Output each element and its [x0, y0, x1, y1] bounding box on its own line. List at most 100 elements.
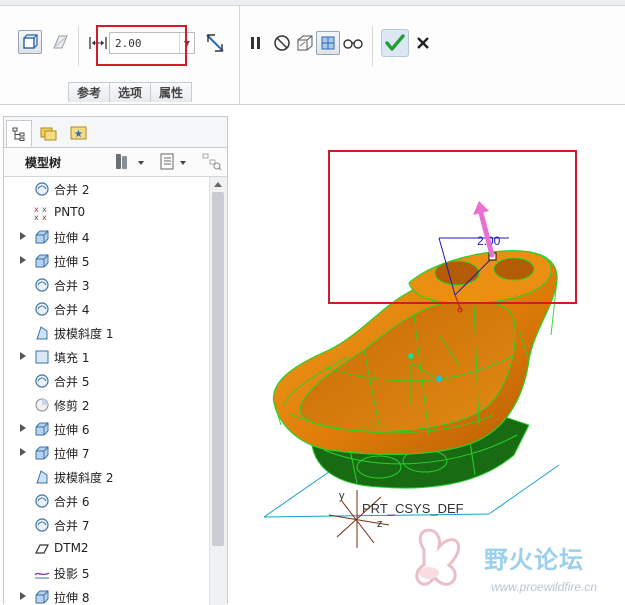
- expand-arrow-icon[interactable]: [20, 448, 26, 456]
- watermark-url: www.proewildfire.cn: [491, 580, 597, 594]
- tree-item-label: 合并 6: [54, 495, 90, 509]
- depth-field[interactable]: ▼: [109, 32, 195, 54]
- tree-item-label: 拉伸 5: [54, 255, 90, 269]
- extrude-icon: [34, 589, 50, 605]
- tree-item[interactable]: 填充 1: [4, 345, 209, 369]
- dashboard-ribbon: ▼ 参考 选项 属性: [0, 0, 625, 105]
- svg-text:x: x: [42, 213, 47, 221]
- model-tree: 合并 2 x x x x PNT0 拉伸 4 拉伸 5 合并 3 合并 4 拔模斜度 1 填充 1 合并…: [4, 177, 209, 605]
- tree-item[interactable]: 投影 5: [4, 561, 209, 585]
- tree-item[interactable]: 拔模斜度 1: [4, 321, 209, 345]
- tab-options[interactable]: 选项: [109, 82, 152, 102]
- tree-item-label: 拉伸 4: [54, 231, 90, 245]
- depth-dropdown-arrow[interactable]: ▼: [179, 33, 194, 53]
- glasses-button[interactable]: [341, 31, 365, 55]
- tab-references[interactable]: 参考: [68, 82, 111, 102]
- no-preview-button[interactable]: [270, 31, 294, 55]
- tab-properties[interactable]: 属性: [150, 82, 193, 102]
- tree-filter-button[interactable]: [202, 153, 222, 171]
- tree-item[interactable]: 合并 5: [4, 369, 209, 393]
- scroll-thumb[interactable]: [212, 192, 224, 546]
- tree-item[interactable]: 合并 4: [4, 297, 209, 321]
- tree-item-label: DTM2: [54, 541, 89, 555]
- depth-value-input[interactable]: [112, 34, 181, 52]
- solid-icon: [23, 34, 38, 49]
- flip-direction-icon: [206, 34, 224, 52]
- check-icon: [385, 34, 405, 51]
- graphics-window[interactable]: 2.00 PRT_CSYS_DEF y z 野火论坛 www.proewildf…: [229, 105, 625, 604]
- draft-icon: [34, 469, 50, 485]
- tree-item[interactable]: 拔模斜度 2: [4, 465, 209, 489]
- extrude-icon: [34, 253, 50, 269]
- tree-item-label: 合并 2: [54, 183, 90, 197]
- extrude-icon: [34, 445, 50, 461]
- expand-arrow-icon[interactable]: [20, 256, 26, 264]
- tab-model-tree[interactable]: [6, 120, 32, 147]
- axis-label-z: z: [377, 518, 383, 530]
- tree-item-label: 拔模斜度 1: [54, 327, 114, 341]
- verify-icon: [321, 36, 335, 50]
- settings-list-icon: [160, 153, 186, 170]
- navigator-tabs: [4, 117, 227, 148]
- tree-item[interactable]: 合并 6: [4, 489, 209, 513]
- depth-icon: [89, 37, 107, 49]
- tree-item-label: 修剪 2: [54, 399, 90, 413]
- expand-arrow-icon[interactable]: [20, 352, 26, 360]
- tree-item-label: 拉伸 8: [54, 591, 90, 605]
- trim-icon: [34, 397, 50, 413]
- merge-icon: [34, 517, 50, 533]
- tree-item[interactable]: 拉伸 7: [4, 441, 209, 465]
- tree-item-label: 合并 5: [54, 375, 90, 389]
- pause-icon: [251, 37, 260, 49]
- surface-button[interactable]: [48, 30, 72, 54]
- tree-item[interactable]: x x x x PNT0: [4, 201, 209, 225]
- tree-item-label: 拉伸 7: [54, 447, 90, 461]
- tree-item[interactable]: 拉伸 5: [4, 249, 209, 273]
- tree-settings-button[interactable]: [158, 153, 192, 171]
- expand-arrow-icon[interactable]: [20, 592, 26, 600]
- verify-button[interactable]: [316, 31, 340, 55]
- ribbon-tab-strip: [0, 0, 625, 6]
- tab-favorites[interactable]: [66, 120, 92, 146]
- watermark-text: 野火论坛: [484, 546, 584, 574]
- tree-item-label: 投影 5: [54, 567, 90, 581]
- expand-arrow-icon[interactable]: [20, 232, 26, 240]
- datum-plane-icon: [34, 541, 50, 557]
- model-tree-header: 模型树: [4, 148, 227, 177]
- tree-scrollbar[interactable]: [209, 177, 227, 605]
- tree-item[interactable]: 拉伸 4: [4, 225, 209, 249]
- tree-item[interactable]: 拉伸 6: [4, 417, 209, 441]
- tree-item-label: 拉伸 6: [54, 423, 90, 437]
- tree-tools-button[interactable]: [114, 153, 148, 171]
- merge-icon: [34, 301, 50, 317]
- cancel-button[interactable]: [411, 31, 435, 55]
- expand-arrow-icon[interactable]: [20, 424, 26, 432]
- csys-label: PRT_CSYS_DEF: [362, 501, 464, 516]
- scroll-up-arrow[interactable]: [214, 182, 222, 187]
- pause-button[interactable]: [244, 31, 268, 55]
- preview-button[interactable]: [293, 31, 317, 55]
- merge-icon: [34, 277, 50, 293]
- point-icon: xxxx: [34, 205, 50, 222]
- filter-icon: [202, 153, 222, 171]
- tree-item[interactable]: DTM2: [4, 537, 209, 561]
- solid-button[interactable]: [18, 30, 42, 54]
- depth-blind-button[interactable]: [86, 31, 110, 55]
- tab-folder-browser[interactable]: [36, 120, 62, 146]
- tree-item[interactable]: 合并 3: [4, 273, 209, 297]
- model-tree-icon: [12, 127, 25, 141]
- folder-icon: [40, 127, 57, 141]
- tree-item[interactable]: 合并 2: [4, 177, 209, 201]
- preview-icon: [297, 35, 313, 51]
- tree-item-label: PNT0: [54, 205, 86, 219]
- flip-direction-button[interactable]: [203, 31, 227, 55]
- close-icon: [417, 37, 429, 49]
- tree-item[interactable]: 合并 7: [4, 513, 209, 537]
- apply-button[interactable]: [381, 29, 409, 57]
- tree-item[interactable]: 拉伸 8: [4, 585, 209, 605]
- tree-item-label: 填充 1: [54, 351, 90, 365]
- tree-item[interactable]: 修剪 2: [4, 393, 209, 417]
- draft-icon: [34, 325, 50, 341]
- extrude-icon: [34, 421, 50, 437]
- tree-item-label: 合并 3: [54, 279, 90, 293]
